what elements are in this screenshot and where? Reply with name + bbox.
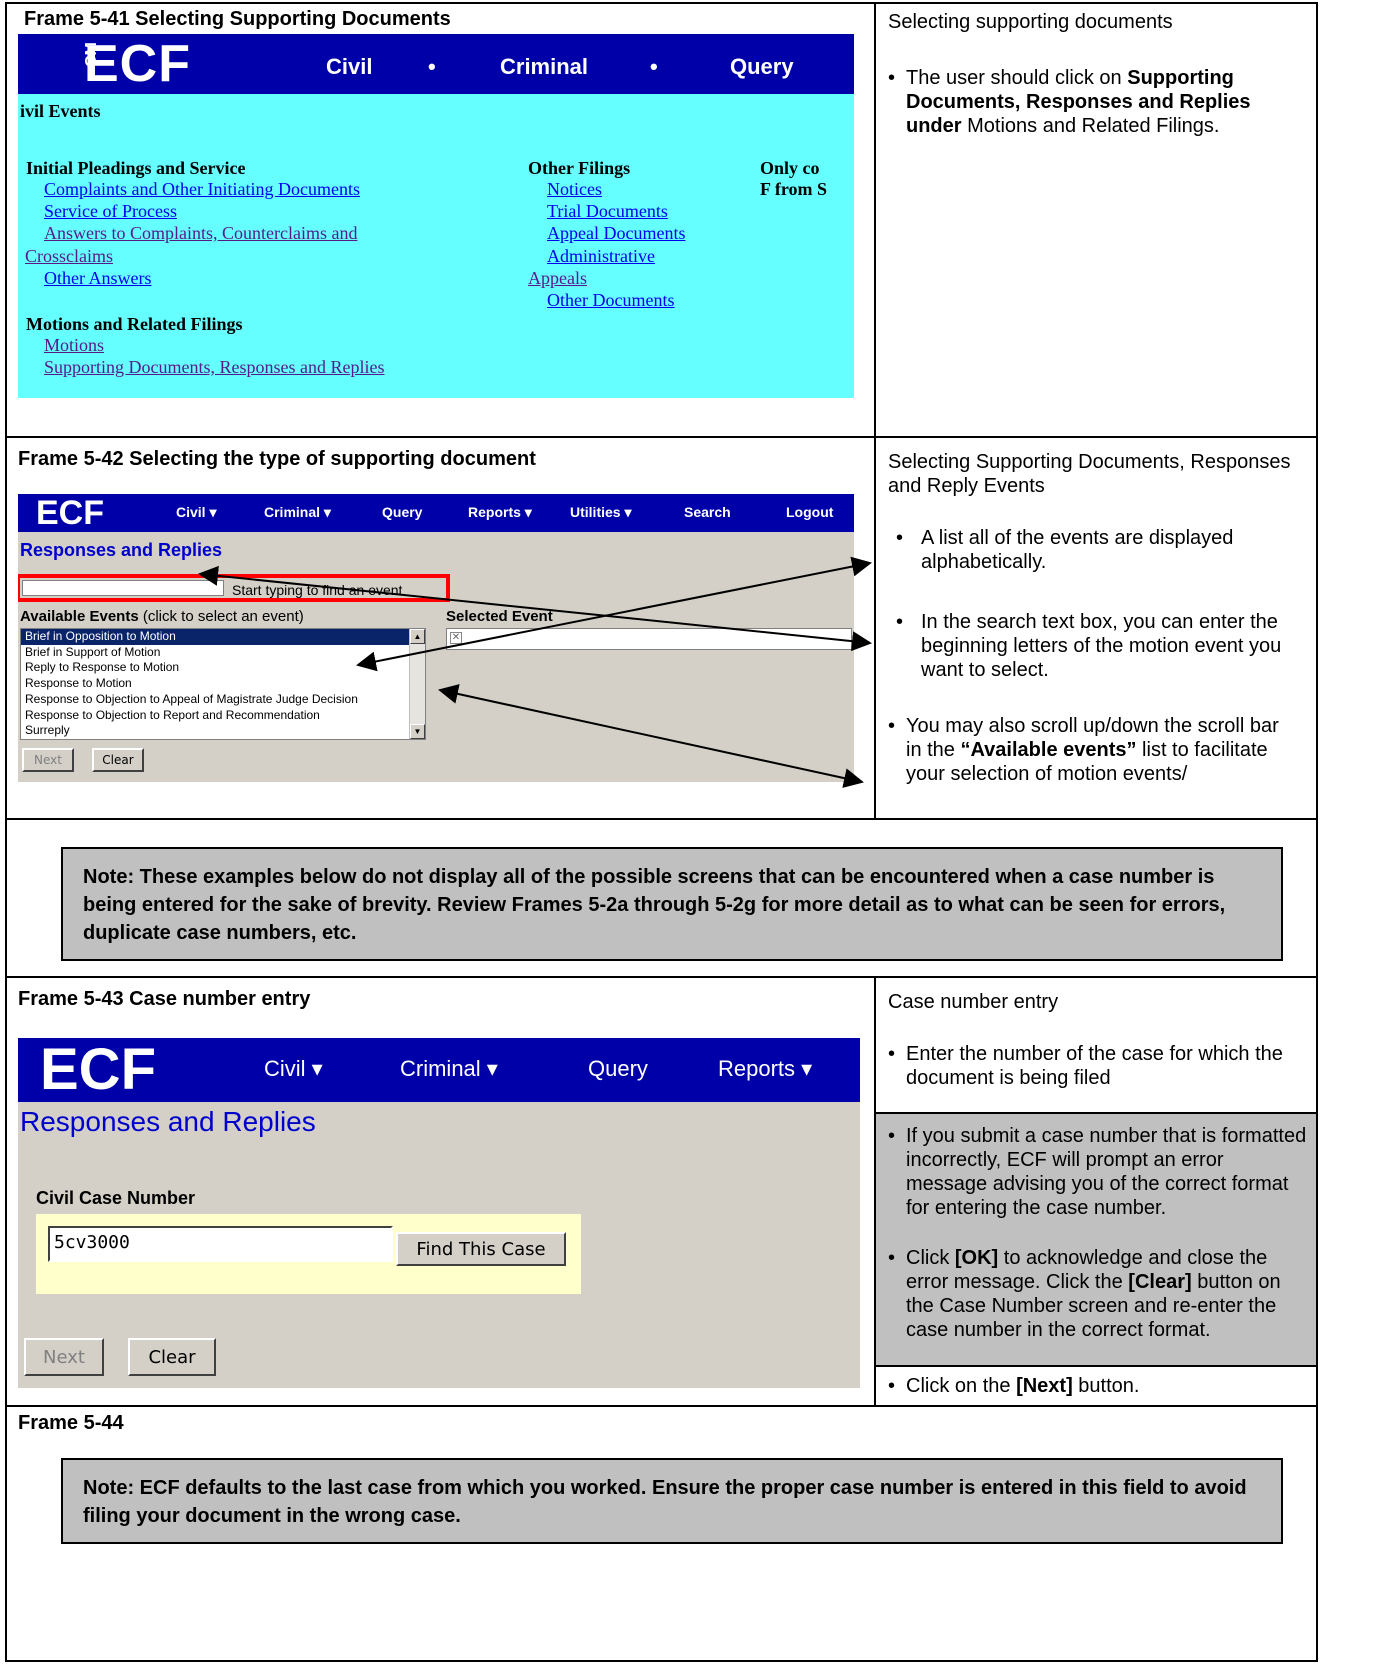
text-bold: [Clear] (1128, 1271, 1192, 1293)
text-bold: [Next] (1016, 1375, 1073, 1397)
arrow-to-list (356, 556, 872, 672)
next-button[interactable]: Next (24, 1338, 104, 1376)
find-this-case-button[interactable]: Find This Case (396, 1232, 566, 1266)
frame-title: Frame 5-43 Case number entry (18, 988, 311, 1010)
nav-query[interactable]: Query (588, 1056, 648, 1082)
frame-title: Frame 5-44 (18, 1412, 124, 1434)
instruction-text: If you submit a case number that is form… (906, 1125, 1307, 1219)
text-bold: “Available events” (960, 739, 1137, 761)
instruction-text: You may also scroll up/down the scroll b… (906, 714, 1298, 818)
bullet-icon: • (896, 611, 904, 633)
text-bold: [OK] (954, 1247, 999, 1269)
case-number-panel: 5cv3000 Find This Case (36, 1214, 581, 1294)
instruction-text: Click on the [Next] button. (906, 1374, 1308, 1398)
right-title: Selecting Supporting Documents, Response… (888, 451, 1291, 497)
text-part: Click on the (906, 1375, 1017, 1397)
note-box: Note: These examples below do not displa… (61, 847, 1283, 961)
bullet-icon: • (888, 1125, 896, 1147)
text-part: button. (1072, 1375, 1140, 1397)
case-number-input[interactable]: 5cv3000 (48, 1226, 393, 1262)
instruction-text: In the search text box, you can enter th… (921, 611, 1282, 681)
arrow-to-search (198, 565, 872, 652)
bullet-icon: • (888, 1247, 896, 1269)
instruction-text: A list all of the events are displayed a… (921, 527, 1234, 573)
bullet-icon: • (896, 527, 904, 549)
text-part: Click (906, 1247, 955, 1269)
instruction-text: Enter the number of the case for which t… (906, 1043, 1283, 1089)
clear-button[interactable]: Clear (128, 1338, 216, 1376)
annotation-arrows (198, 556, 872, 788)
nav-criminal[interactable]: Criminal ▾ (400, 1056, 498, 1082)
row-divider (876, 1365, 1316, 1367)
bullet-icon: • (888, 1043, 896, 1065)
ecf-case-number-screenshot: ECF Civil ▾ Criminal ▾ Query Reports ▾ R… (18, 1038, 860, 1388)
nav-reports[interactable]: Reports ▾ (718, 1056, 812, 1082)
arrow-to-scrollbar (438, 684, 864, 788)
case-number-label: Civil Case Number (36, 1188, 196, 1208)
page-heading: Responses and Replies (20, 1106, 316, 1137)
bullet-icon: • (888, 715, 896, 737)
nav-civil[interactable]: Civil ▾ (264, 1056, 323, 1082)
instruction-text: Click [OK] to acknowledge and close the … (906, 1246, 1308, 1342)
note-box: Note: ECF defaults to the last case from… (61, 1458, 1283, 1544)
ecf-logo: ECF (40, 1038, 156, 1102)
right-title: Case number entry (888, 991, 1059, 1013)
bullet-icon: • (888, 1375, 896, 1397)
